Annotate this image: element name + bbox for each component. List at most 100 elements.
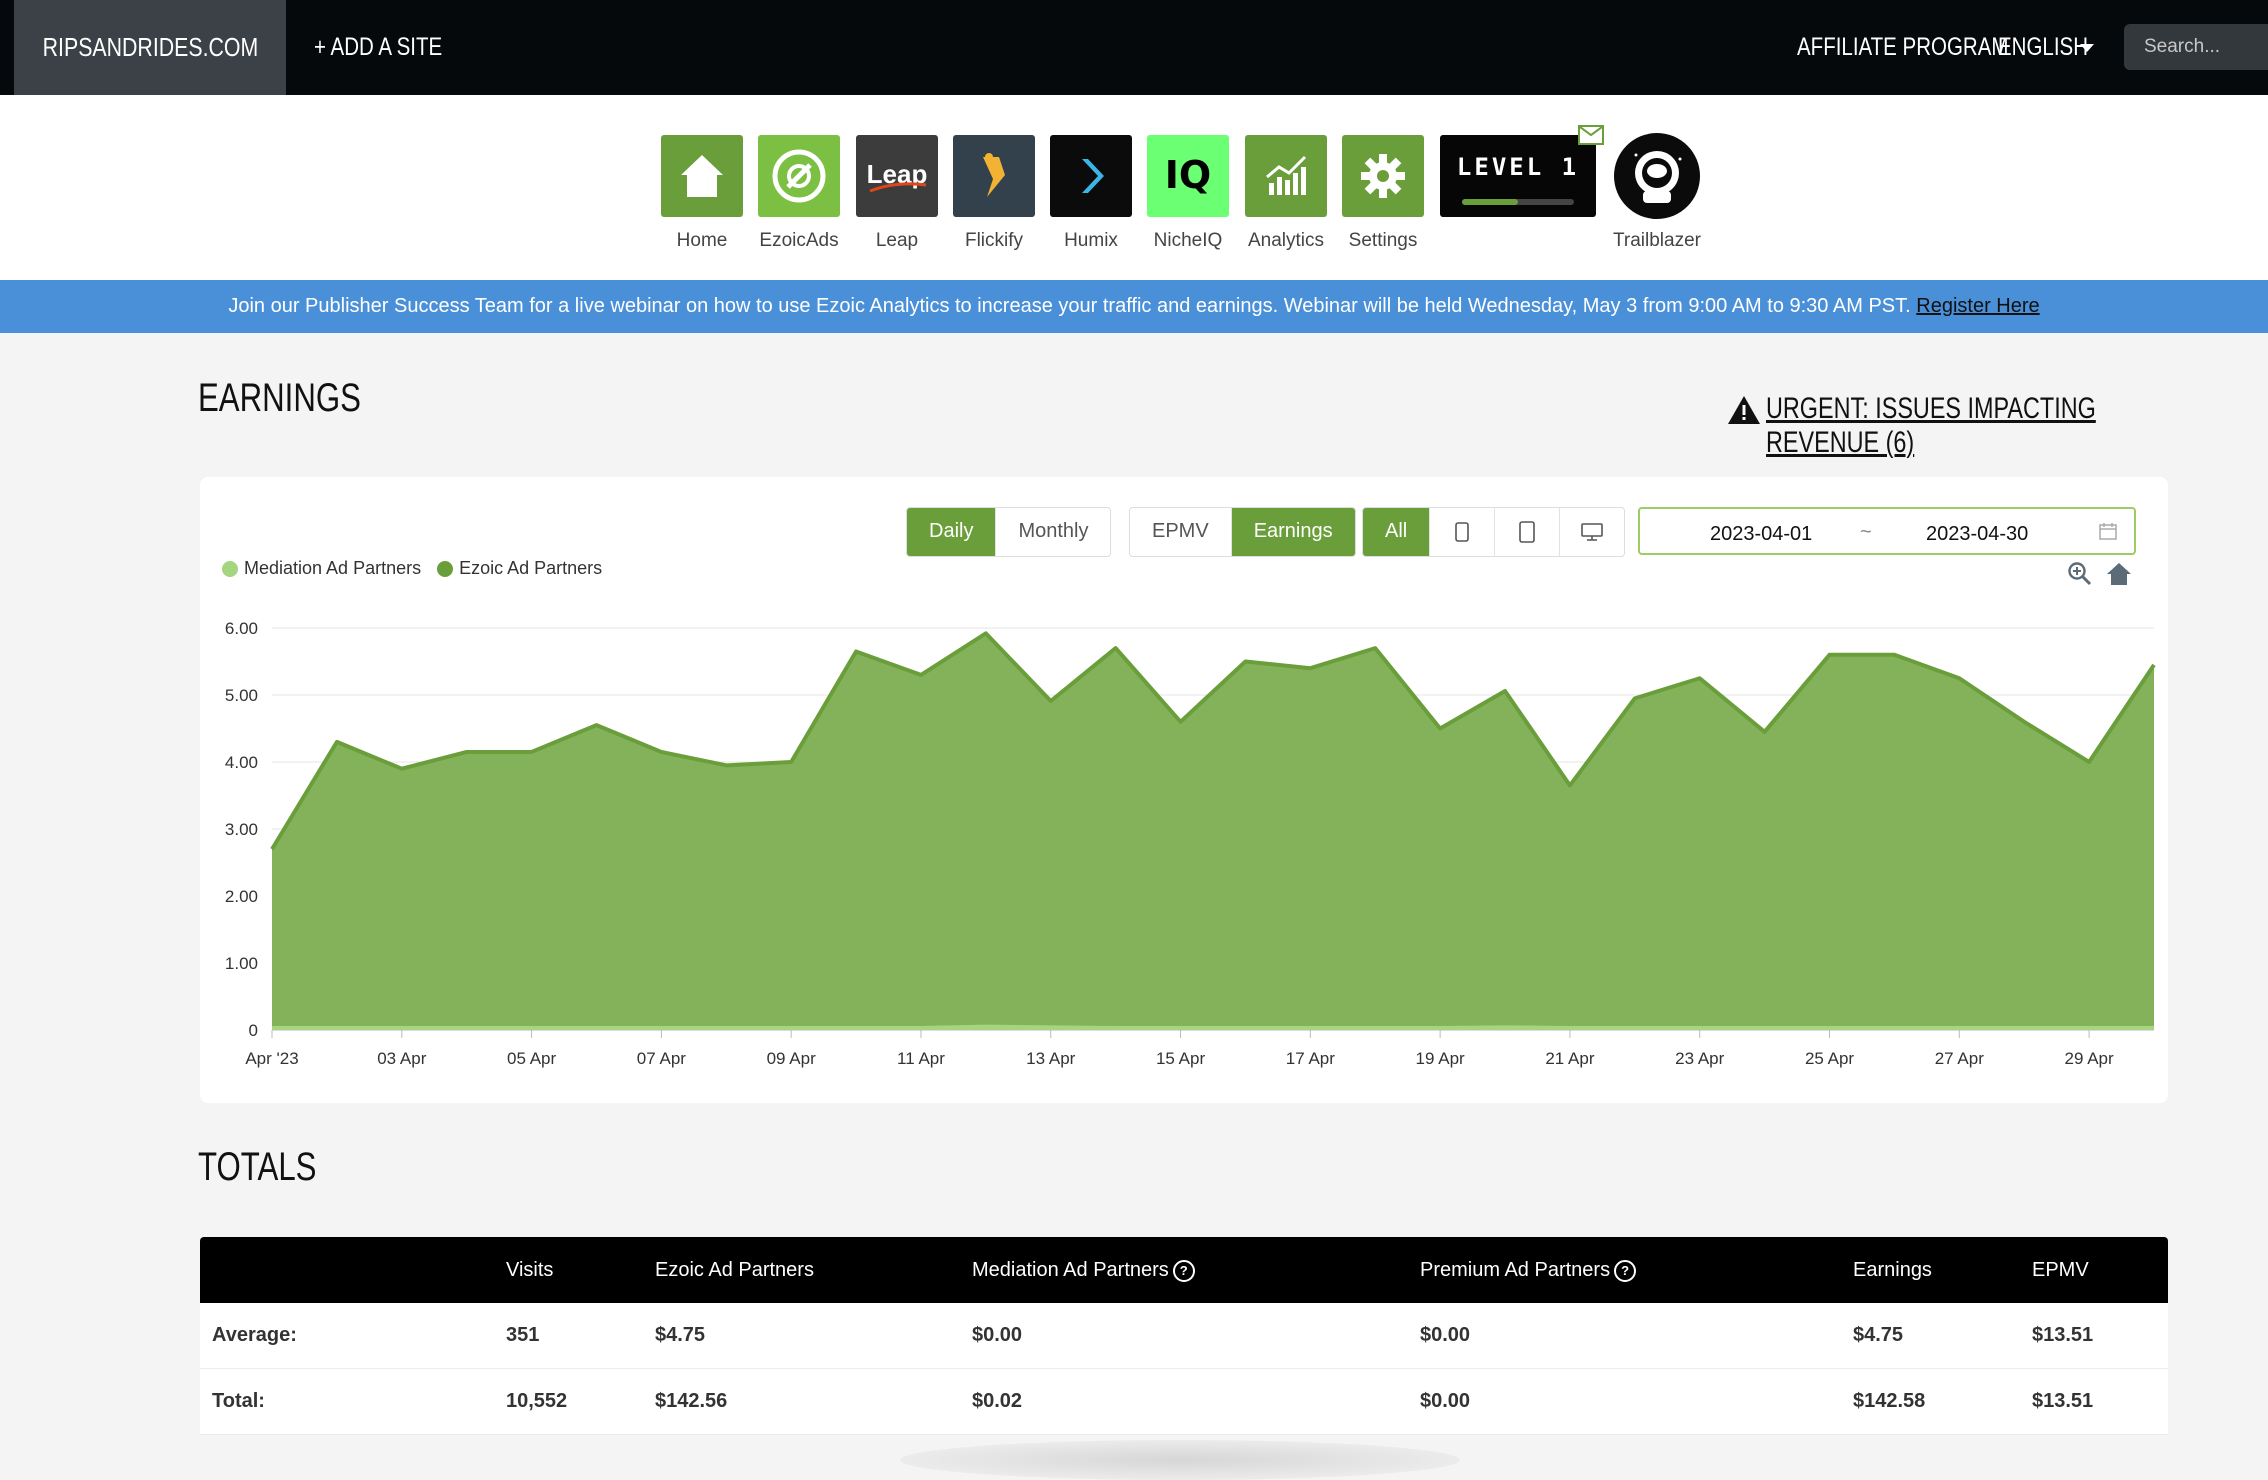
epmv-button[interactable]: EPMV	[1130, 508, 1232, 556]
app-home[interactable]: Home	[661, 135, 743, 251]
help-icon[interactable]: ?	[1172, 1259, 1195, 1282]
level-text: LEVEL 1	[1456, 153, 1580, 181]
register-here-link[interactable]: Register Here	[1916, 295, 2039, 317]
col-ezoic-ad-partners: Ezoic Ad Partners	[655, 1259, 814, 1281]
table-header: Visits Ezoic Ad Partners Mediation Ad Pa…	[200, 1237, 2168, 1303]
mail-icon[interactable]	[1578, 125, 1604, 145]
cell: $0.00	[1420, 1390, 1471, 1412]
x-tick-label: 03 Apr	[377, 1049, 426, 1068]
earnings-button[interactable]: Earnings	[1231, 508, 1355, 556]
astronaut-icon[interactable]	[1614, 133, 1700, 219]
app-label: Settings	[1348, 230, 1418, 251]
x-tick-label: Apr '23	[245, 1049, 298, 1068]
x-tick-label: 09 Apr	[767, 1049, 816, 1068]
app-analytics[interactable]: Analytics	[1245, 135, 1327, 251]
col-mediation-ad-partners: Mediation Ad Partners?	[972, 1237, 1195, 1303]
cell: $4.75	[655, 1324, 706, 1346]
x-tick-label: 17 Apr	[1286, 1049, 1335, 1068]
reset-zoom-home-icon[interactable]	[2106, 561, 2132, 587]
col-earnings: Earnings	[1853, 1259, 1932, 1281]
cell: $0.00	[972, 1324, 1023, 1346]
x-tick-label: 07 Apr	[637, 1049, 686, 1068]
period-toggle: Daily Monthly	[906, 507, 1112, 557]
cell: $0.00	[1420, 1324, 1471, 1346]
analytics-icon	[1245, 135, 1327, 217]
daily-button[interactable]: Daily	[907, 508, 997, 556]
x-tick-label: 11 Apr	[897, 1049, 945, 1068]
cell: $142.58	[1853, 1390, 1926, 1412]
ezoicads-icon	[758, 135, 840, 217]
urgent-issues-link[interactable]: URGENT: ISSUES IMPACTING REVENUE (6)	[1728, 392, 2268, 460]
totals-table: Visits Ezoic Ad Partners Mediation Ad Pa…	[200, 1237, 2168, 1435]
tablet-icon[interactable]	[1495, 508, 1561, 556]
device-toggle: All	[1362, 507, 1626, 557]
webinar-banner: Join our Publisher Success Team for a li…	[0, 280, 2268, 333]
warning-icon	[1728, 396, 1760, 424]
home-icon	[661, 135, 743, 217]
x-tick-label: 05 Apr	[507, 1049, 556, 1068]
cell: $13.51	[2032, 1390, 2094, 1412]
top-nav: RIPSANDRIDES.COM + ADD A SITE AFFILIATE …	[0, 0, 2268, 95]
cell: $13.51	[2032, 1324, 2094, 1346]
legend-dot	[437, 560, 454, 577]
x-tick-label: 27 Apr	[1935, 1049, 1984, 1068]
chevron-down-icon	[2080, 44, 2094, 52]
gear-icon	[1342, 135, 1424, 217]
cell: $0.02	[972, 1390, 1023, 1412]
table-row: Average: 351 $4.75 $0.00 $0.00 $4.75 $13…	[200, 1303, 2168, 1369]
x-tick-label: 23 Apr	[1675, 1049, 1724, 1068]
level-badge[interactable]: LEVEL 1	[1440, 135, 1596, 217]
leap-icon: Leap	[856, 135, 938, 217]
zoom-icon[interactable]	[2067, 561, 2093, 587]
metric-toggle: EPMV Earnings	[1129, 507, 1356, 557]
app-ezoicads[interactable]: EzoicAds	[758, 135, 840, 251]
legend-item[interactable]: Mediation Ad Partners	[222, 558, 421, 579]
chart-legend: Mediation Ad Partners Ezoic Ad Partners	[222, 558, 602, 579]
desktop-icon[interactable]	[1560, 508, 1624, 556]
x-tick-label: 25 Apr	[1805, 1049, 1854, 1068]
col-visits: Visits	[506, 1259, 554, 1281]
add-site-link[interactable]: + ADD A SITE	[314, 0, 470, 95]
totals-title: TOTALS	[198, 1145, 317, 1189]
row-label: Average:	[212, 1324, 297, 1346]
y-tick-label: 5.00	[225, 686, 258, 705]
cell: 10,552	[506, 1390, 568, 1412]
calendar-icon[interactable]	[2098, 521, 2118, 541]
table-row: Total: 10,552 $142.56 $0.02 $0.00 $142.5…	[200, 1369, 2168, 1435]
col-premium-ad-partners: Premium Ad Partners?	[1420, 1237, 1637, 1303]
app-humix[interactable]: Humix	[1050, 135, 1132, 251]
legend-item[interactable]: Ezoic Ad Partners	[437, 558, 602, 579]
search-input[interactable]	[2124, 24, 2268, 70]
monthly-button[interactable]: Monthly	[996, 508, 1110, 556]
site-brand-button[interactable]: RIPSANDRIDES.COM	[14, 0, 286, 95]
legend-label: Ezoic Ad Partners	[459, 558, 603, 578]
date-from[interactable]: 2023-04-01	[1710, 523, 1812, 546]
nicheiq-icon: IQ	[1147, 135, 1229, 217]
earnings-title: EARNINGS	[198, 376, 361, 420]
legend-label: Mediation Ad Partners	[244, 558, 422, 578]
app-flickify[interactable]: Flickify	[953, 135, 1035, 251]
legend-dot	[222, 560, 238, 577]
language-dropdown[interactable]: ENGLISH	[1998, 0, 2108, 95]
x-tick-label: 15 Apr	[1156, 1049, 1205, 1068]
date-separator: ~	[1860, 521, 1872, 543]
level-progress-bar	[1462, 199, 1574, 205]
all-devices-button[interactable]: All	[1363, 508, 1431, 556]
row-label: Total:	[212, 1390, 265, 1412]
app-nicheiq[interactable]: IQ NicheIQ	[1147, 135, 1229, 251]
cell: 351	[506, 1324, 540, 1346]
y-tick-label: 2.00	[225, 887, 258, 906]
y-tick-label: 1.00	[225, 954, 258, 973]
x-tick-label: 19 Apr	[1416, 1049, 1465, 1068]
x-tick-label: 29 Apr	[2065, 1049, 2114, 1068]
trailblazer-label: Trailblazer	[1613, 230, 1701, 251]
flickify-icon	[953, 135, 1035, 217]
humix-icon	[1050, 135, 1132, 217]
date-range-picker[interactable]: 2023-04-01 ~ 2023-04-30	[1638, 507, 2136, 555]
date-to[interactable]: 2023-04-30	[1926, 523, 2028, 546]
mobile-icon[interactable]	[1430, 508, 1496, 556]
app-leap[interactable]: Leap Leap	[856, 135, 938, 251]
help-icon[interactable]: ?	[1614, 1259, 1637, 1282]
x-tick-label: 13 Apr	[1026, 1049, 1075, 1068]
app-settings[interactable]: Settings	[1342, 135, 1424, 251]
